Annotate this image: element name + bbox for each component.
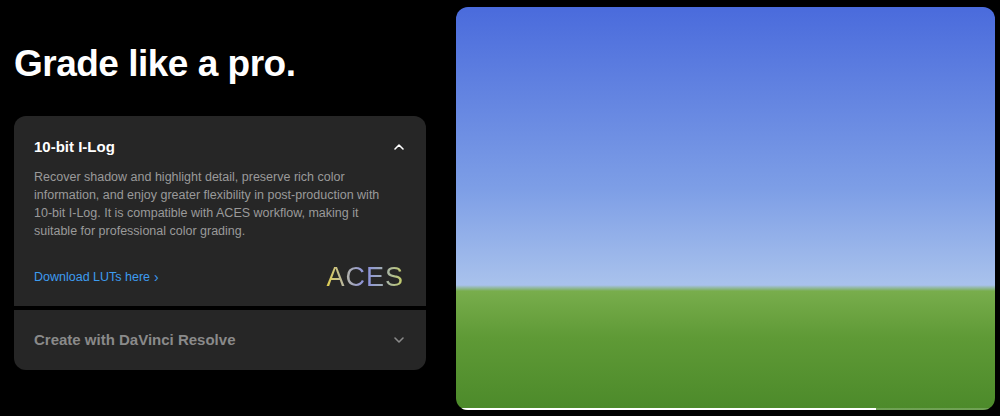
accordion: 10-bit I-Log Recover shadow and highlight… — [14, 116, 426, 370]
accordion-header[interactable]: Create with DaVinci Resolve — [34, 310, 406, 370]
heading: Grade like a pro. — [14, 44, 426, 84]
accordion-title[interactable]: 10-bit I-Log — [34, 136, 115, 158]
slideshow-progress-track — [456, 408, 995, 410]
download-luts-link[interactable]: Download LUTs here › — [34, 268, 159, 287]
photo — [456, 7, 995, 410]
accordion-item: 10-bit I-Log Recover shadow and highlight… — [14, 116, 426, 306]
chevron-up-icon[interactable] — [392, 140, 406, 154]
accordion-footer: Download LUTs here › ACES — [34, 262, 406, 306]
accordion-header[interactable]: 10-bit I-Log — [34, 116, 406, 158]
feature-panel: Grade like a pro. 10-bit I-Log Recover sha… — [14, 0, 426, 416]
accordion-title[interactable]: Create with DaVinci Resolve — [34, 329, 235, 351]
chevron-right-icon[interactable]: › — [154, 270, 159, 284]
accordion-item: Create with DaVinci Resolve — [14, 310, 426, 370]
aces-logo: ACES — [326, 262, 406, 292]
accordion-body: Recover shadow and highlight detail, pre… — [34, 168, 406, 240]
slideshow-progress-fill — [456, 408, 876, 410]
link-text[interactable]: Download LUTs here — [34, 268, 150, 287]
chevron-down-icon[interactable] — [392, 333, 406, 347]
